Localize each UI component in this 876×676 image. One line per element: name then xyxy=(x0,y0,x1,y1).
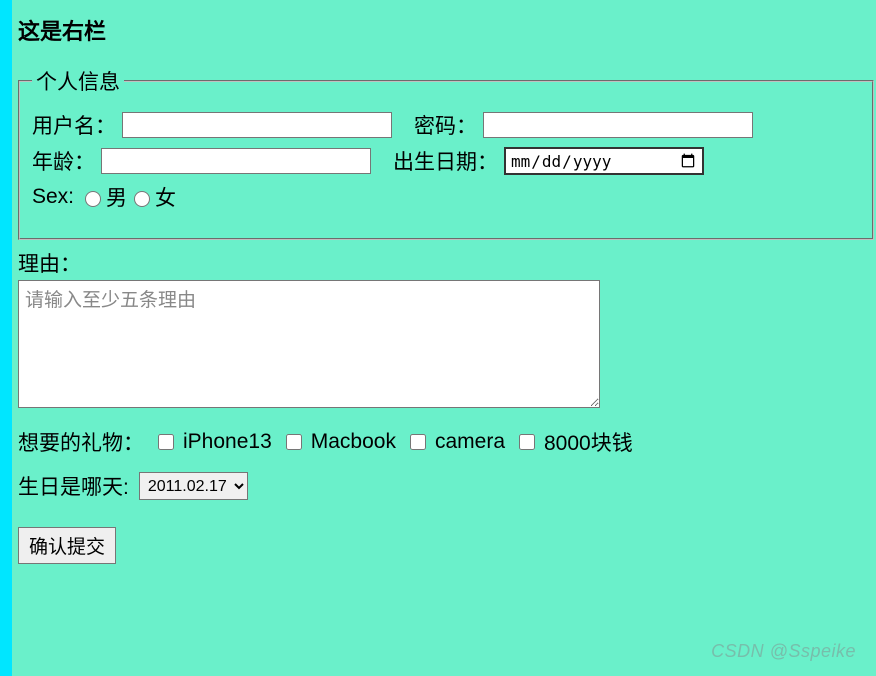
gift-label: 想要的礼物： xyxy=(18,427,144,457)
fieldset-legend: 个人信息 xyxy=(32,66,124,96)
gift-checkbox-iphone13[interactable] xyxy=(158,434,174,450)
reason-label: 理由： xyxy=(18,248,876,278)
password-input[interactable] xyxy=(483,112,753,138)
username-password-row: 用户名： 密码： xyxy=(32,110,860,140)
password-label: 密码： xyxy=(414,110,477,140)
birthday-row: 生日是哪天: 2011.02.17 xyxy=(18,471,876,501)
reason-textarea[interactable] xyxy=(18,280,600,408)
dob-input[interactable] xyxy=(504,147,704,175)
watermark: CSDN @Sspeike xyxy=(711,641,856,662)
personal-info-fieldset: 个人信息 用户名： 密码： 年龄： 出生日期： Sex: 男 女 xyxy=(18,66,874,240)
gift-option-label: camera xyxy=(435,430,505,454)
main-content: 这是右栏 个人信息 用户名： 密码： 年龄： 出生日期： Sex: 男 女 理由… xyxy=(12,0,876,676)
sex-label: Sex: xyxy=(32,185,74,209)
gift-checkbox-camera[interactable] xyxy=(410,434,426,450)
gift-option-label: iPhone13 xyxy=(183,430,272,454)
dob-label: 出生日期： xyxy=(393,146,498,176)
birthday-select[interactable]: 2011.02.17 xyxy=(139,472,248,500)
submit-button[interactable]: 确认提交 xyxy=(18,527,116,564)
left-rail xyxy=(0,0,12,676)
page-title: 这是右栏 xyxy=(18,14,876,46)
age-input[interactable] xyxy=(101,148,371,174)
age-label: 年龄： xyxy=(32,146,95,176)
gift-option-label: Macbook xyxy=(311,430,396,454)
sex-male-label: 男 xyxy=(106,182,127,212)
sex-female-radio[interactable] xyxy=(134,191,150,207)
gift-row: 想要的礼物： iPhone13 Macbook camera 8000块钱 xyxy=(18,427,876,457)
gift-option-label: 8000块钱 xyxy=(544,427,633,457)
username-label: 用户名： xyxy=(32,110,116,140)
sex-female-label: 女 xyxy=(155,182,176,212)
gift-checkbox-8000[interactable] xyxy=(519,434,535,450)
username-input[interactable] xyxy=(122,112,392,138)
sex-male-radio[interactable] xyxy=(85,191,101,207)
gift-checkbox-macbook[interactable] xyxy=(286,434,302,450)
sex-row: Sex: 男 女 xyxy=(32,182,860,212)
age-dob-row: 年龄： 出生日期： xyxy=(32,146,860,176)
birthday-label: 生日是哪天: xyxy=(18,471,129,501)
